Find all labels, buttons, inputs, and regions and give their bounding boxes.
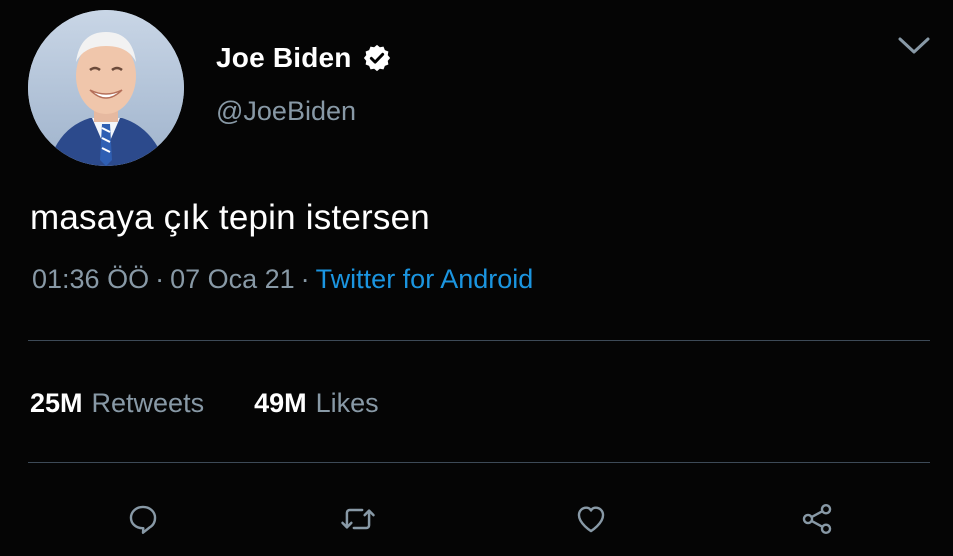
author-name-row[interactable]: Joe Biden (216, 38, 392, 78)
divider (28, 462, 930, 463)
display-name[interactable]: Joe Biden (216, 42, 352, 74)
reply-icon (129, 505, 157, 534)
share-icon (802, 503, 832, 535)
retweets-stat[interactable]: 25M Retweets (30, 388, 204, 419)
tweet-card: Joe Biden @JoeBiden masaya çık tepin ist… (0, 0, 953, 556)
likes-stat[interactable]: 49M Likes (254, 388, 379, 419)
tweet-time[interactable]: 01:36 ÖÖ (32, 264, 149, 294)
retweet-button[interactable] (335, 496, 381, 542)
retweets-count: 25M (30, 388, 83, 418)
like-button[interactable] (568, 496, 614, 542)
chevron-down-icon[interactable] (896, 34, 932, 58)
divider (28, 340, 930, 341)
verified-badge-icon (362, 43, 392, 73)
likes-label: Likes (315, 388, 379, 418)
meta-separator: · (155, 264, 165, 294)
like-icon (577, 506, 605, 533)
tweet-source-link[interactable]: Twitter for Android (316, 264, 534, 294)
tweet-date[interactable]: 07 Oca 21 (170, 264, 295, 294)
retweet-icon (341, 508, 375, 530)
reply-button[interactable] (120, 496, 166, 542)
avatar[interactable] (28, 10, 184, 166)
meta-separator: · (300, 264, 310, 294)
share-button[interactable] (794, 496, 840, 542)
author-handle[interactable]: @JoeBiden (216, 96, 356, 127)
retweets-label: Retweets (91, 388, 205, 418)
tweet-stats: 25M Retweets 49M Likes (30, 388, 379, 419)
tweet-meta: 01:36 ÖÖ · 07 Oca 21 · Twitter for Android (32, 264, 533, 295)
likes-count: 49M (254, 388, 307, 418)
tweet-text: masaya çık tepin istersen (30, 198, 430, 237)
profile-photo-icon (28, 10, 184, 166)
